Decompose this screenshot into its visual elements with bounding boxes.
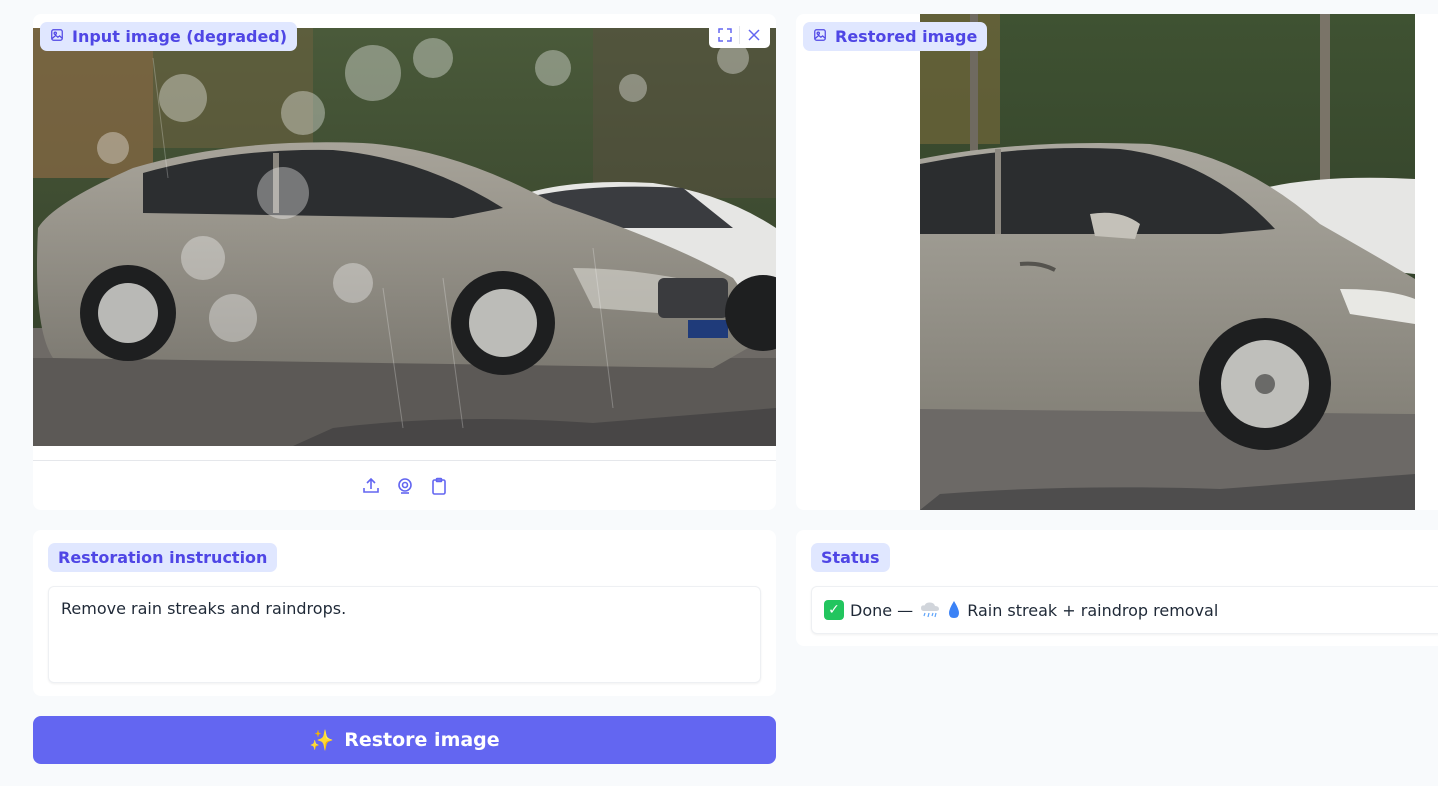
- input-image-label: Input image (degraded): [40, 22, 298, 52]
- restore-button-label: Restore image: [344, 729, 500, 751]
- sparkles-icon: ✨: [309, 728, 335, 752]
- restored-image: [920, 14, 1415, 510]
- status-panel: Status ✓ Done — Rain streak + raindrop r…: [796, 530, 1438, 646]
- toolbar-divider: [739, 26, 740, 44]
- restored-image-panel: Restored image: [796, 14, 1438, 510]
- instruction-input[interactable]: Remove rain streaks and raindrops.: [48, 586, 761, 683]
- restored-image-label: Restored image: [803, 22, 988, 52]
- droplet-icon: [949, 601, 960, 618]
- restore-image-button[interactable]: ✨ Restore image: [33, 716, 776, 764]
- image-icon: [813, 27, 827, 46]
- input-image-panel: Input image (degraded): [33, 14, 776, 510]
- panel-divider: [33, 460, 776, 461]
- close-icon[interactable]: [742, 23, 766, 47]
- image-source-toolbar: [33, 472, 776, 500]
- input-image: [33, 28, 776, 446]
- image-toolbar: [709, 22, 770, 48]
- fullscreen-icon[interactable]: [713, 23, 737, 47]
- clipboard-icon[interactable]: [427, 474, 451, 498]
- image-icon: [50, 27, 64, 46]
- webcam-icon[interactable]: [393, 474, 417, 498]
- upload-icon[interactable]: [359, 474, 383, 498]
- check-icon: ✓: [824, 600, 844, 620]
- status-done-text: Done —: [850, 600, 914, 620]
- instruction-panel: Restoration instruction Remove rain stre…: [33, 530, 776, 696]
- status-task-text: Rain streak + raindrop removal: [967, 600, 1219, 620]
- instruction-label: Restoration instruction: [48, 543, 278, 573]
- rain-cloud-icon: [921, 602, 940, 618]
- status-label: Status: [811, 543, 890, 573]
- status-output: ✓ Done — Rain streak + raindrop removal: [811, 586, 1438, 634]
